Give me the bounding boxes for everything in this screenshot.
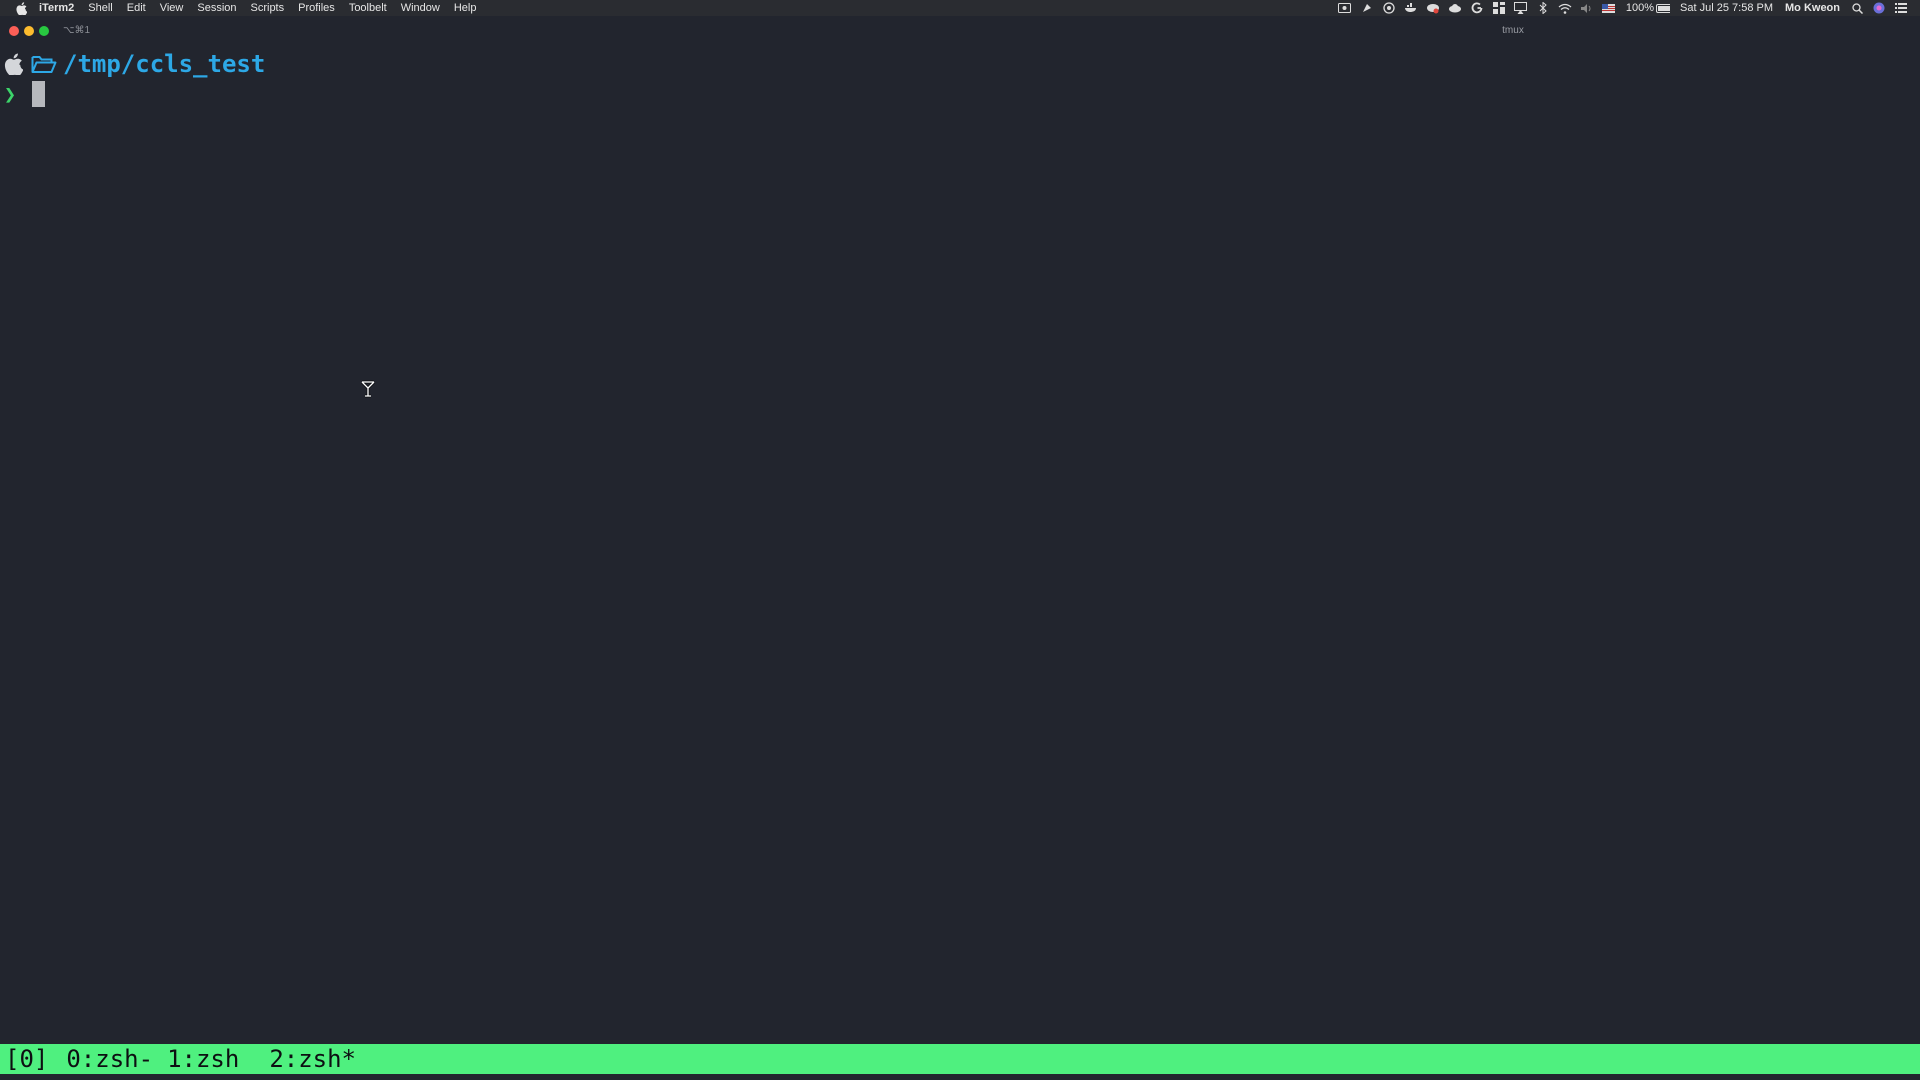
menu-bar: iTerm2 Shell Edit View Session Scripts P… xyxy=(0,0,1920,16)
cloud-icon[interactable] xyxy=(1448,1,1462,15)
window-title: tmux xyxy=(1502,25,1524,36)
menu-app-iterm2[interactable]: iTerm2 xyxy=(39,2,74,14)
compass-icon[interactable] xyxy=(1382,1,1396,15)
grid-icon[interactable] xyxy=(1492,1,1506,15)
menu-help[interactable]: Help xyxy=(454,2,477,14)
cloud-sync-icon[interactable] xyxy=(1426,1,1440,15)
bluetooth-icon[interactable] xyxy=(1536,1,1550,15)
menu-toolbelt[interactable]: Toolbelt xyxy=(349,2,387,14)
tmux-window-2[interactable]: 2:zsh* xyxy=(269,1045,356,1073)
tmux-session-label: [0] xyxy=(5,1045,49,1073)
tmux-status-bar: [0] 0:zsh- 1:zsh 2:zsh* xyxy=(0,1044,1920,1074)
window-bottom-edge xyxy=(0,1074,1920,1080)
tmux-window-0[interactable]: 0:zsh- xyxy=(66,1045,153,1073)
screen-record-icon[interactable] xyxy=(1338,1,1352,15)
close-window-button[interactable] xyxy=(9,26,19,36)
menu-session[interactable]: Session xyxy=(197,2,236,14)
folder-open-icon xyxy=(31,54,57,74)
spotlight-search-icon[interactable] xyxy=(1850,1,1864,15)
apple-logo-icon xyxy=(4,53,23,75)
menu-scripts[interactable]: Scripts xyxy=(251,2,285,14)
menu-view[interactable]: View xyxy=(160,2,184,14)
airplay-icon[interactable] xyxy=(1514,1,1528,15)
battery-percentage: 100% xyxy=(1625,2,1655,14)
menu-edit[interactable]: Edit xyxy=(127,2,146,14)
google-icon[interactable] xyxy=(1470,1,1484,15)
prompt-symbol: ❯ xyxy=(4,82,17,106)
status-area: 100% Sat Jul 25 7:58 PM Mo Kweon xyxy=(1334,0,1920,16)
tmux-window-1[interactable]: 1:zsh xyxy=(167,1045,239,1073)
menu-profiles[interactable]: Profiles xyxy=(298,2,335,14)
current-directory-path: /tmp/ccls_test xyxy=(63,50,266,78)
paint-icon[interactable] xyxy=(1360,1,1374,15)
command-input-line[interactable]: ❯ xyxy=(4,78,45,110)
prompt-path-line: /tmp/ccls_test xyxy=(4,48,265,80)
menu-window[interactable]: Window xyxy=(401,2,440,14)
wifi-icon[interactable] xyxy=(1558,1,1572,15)
apple-menu-icon[interactable] xyxy=(14,1,28,15)
battery-icon[interactable] xyxy=(1656,1,1671,15)
terminal-pane[interactable]: /tmp/ccls_test ❯ xyxy=(0,44,1920,1044)
window-title-bar[interactable]: ⌥⌘1 tmux xyxy=(0,16,1920,44)
minimize-window-button[interactable] xyxy=(24,26,34,36)
mouse-pointer-icon xyxy=(360,380,376,398)
clock[interactable]: Sat Jul 25 7:58 PM xyxy=(1680,2,1773,14)
menu-shell[interactable]: Shell xyxy=(88,2,112,14)
us-flag-icon[interactable] xyxy=(1602,1,1616,15)
notification-center-icon[interactable] xyxy=(1894,1,1908,15)
volume-icon[interactable] xyxy=(1580,1,1594,15)
text-cursor xyxy=(32,81,45,107)
docker-icon[interactable] xyxy=(1404,1,1418,15)
window-shortcut-label: ⌥⌘1 xyxy=(63,25,91,36)
user-name[interactable]: Mo Kweon xyxy=(1785,2,1840,14)
maximize-window-button[interactable] xyxy=(39,26,49,36)
siri-icon[interactable] xyxy=(1872,1,1886,15)
